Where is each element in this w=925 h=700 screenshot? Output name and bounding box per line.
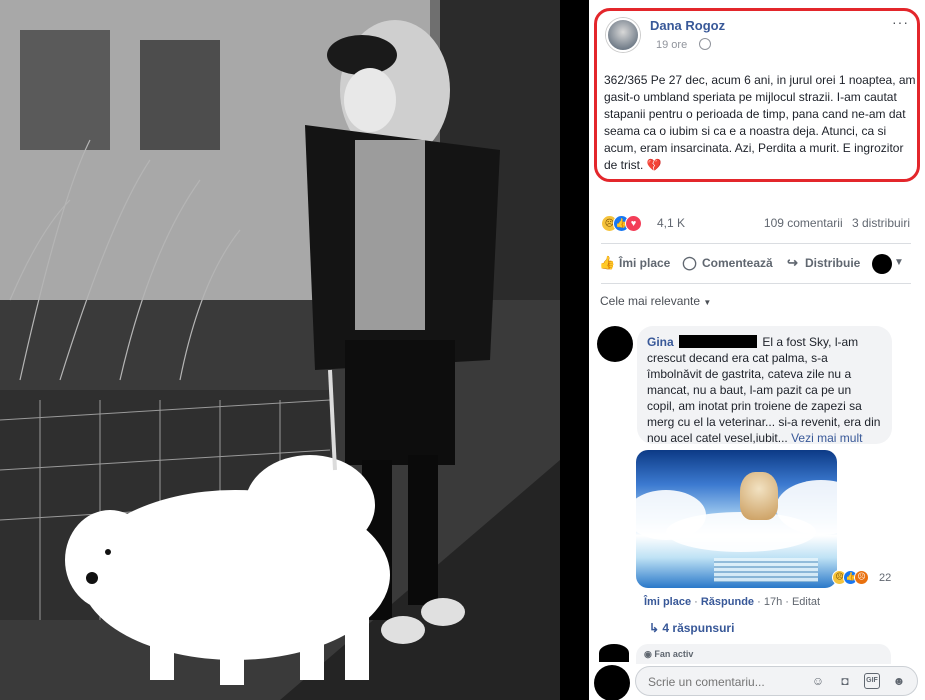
comment-input-row[interactable]: ☺ ◘ GIF ☻ [635,666,918,696]
post-time[interactable]: 19 ore [656,39,687,51]
comment-input[interactable] [648,675,798,689]
more-icon[interactable]: ··· [892,14,909,30]
see-more-link[interactable]: Vezi mai mult [791,431,862,445]
my-avatar[interactable] [594,665,630,700]
view-replies-link[interactable]: ↳ 4 răspunsuri [649,621,734,635]
author-name[interactable]: Dana Rogoz [650,18,725,33]
comment-like-link[interactable]: Îmi place [644,596,691,608]
love-reaction-icon: ♥ [625,215,642,232]
share-label: Distribuie [805,255,861,270]
divider [601,243,911,244]
replies-label: 4 răspunsuri [662,621,735,635]
badge-icon: ◉ [644,649,655,659]
comments-count[interactable]: 109 comentarii [764,216,843,230]
next-commenter-avatar[interactable] [599,644,629,662]
puppy-figure [740,472,778,520]
comment-icon: ◯ [682,255,697,270]
comment-reply-link[interactable]: Răspunde [701,596,754,608]
comment-reaction-count: 22 [879,572,892,584]
reply-arrow-icon: ↳ [649,621,663,635]
fan-badge-label: Fan activ [654,649,694,659]
like-button[interactable]: 👍 Îmi place [599,255,670,270]
post-text: 362/365 Pe 27 dec, acum 6 ani, in jurul … [604,72,916,174]
post-photo[interactable] [0,0,560,700]
camera-icon[interactable]: ◘ [837,673,853,689]
post-sidebar: Dana Rogoz 19 ore ··· 362/365 Pe 27 dec,… [589,0,925,700]
redacted-name [679,335,758,348]
chevron-down-icon: ▼ [703,298,712,307]
share-button[interactable]: ↪ Distribuie [785,255,860,270]
gif-icon[interactable]: GIF [864,673,880,689]
comment-tools: ☺ ◘ GIF ☻ [810,673,907,689]
share-audience-avatar[interactable] [872,254,892,274]
chevron-down-icon[interactable]: ▼ [894,257,904,268]
share-icon: ↪ [787,255,798,270]
broken-heart-emoji: 💔 [646,158,662,172]
commenter-avatar[interactable] [597,326,633,362]
divider [601,283,911,284]
post-stats: 109 comentarii 3 distribuiri [764,216,910,230]
like-icon: 👍 [599,255,616,270]
globe-icon [699,38,711,50]
woman-with-dog-photo [0,0,560,700]
stairs-figure [714,558,818,582]
comment-bubble: Gina El a fost Sky, l-am crescut decand … [637,326,892,445]
comment-actions: Îmi place · Răspunde · 17h · Editat [644,596,821,608]
angry-reaction-icon: ☹ [854,570,869,585]
fan-badge: ◉ Fan activ [636,644,891,664]
like-label: Îmi place [619,255,671,270]
comment-text: El a fost Sky, l-am crescut decand era c… [647,335,881,445]
reaction-count[interactable]: 4,1 K [657,216,685,230]
comment-time[interactable]: 17h [764,596,782,608]
comment-label: Comentează [702,255,773,270]
comment-image[interactable] [636,450,837,588]
comment-sort-label: Cele mai relevante [600,294,701,308]
comment-edited: Editat [791,596,821,608]
comment-button[interactable]: ◯ Comentează [682,255,773,270]
sticker-icon[interactable]: ☻ [891,673,907,689]
commenter-name[interactable]: Gina [647,335,674,349]
comment-sort-dropdown[interactable]: Cele mai relevante ▼ [600,294,711,308]
shares-count[interactable]: 3 distribuiri [852,216,910,230]
author-avatar[interactable] [606,18,640,52]
emoji-icon[interactable]: ☺ [810,673,826,689]
